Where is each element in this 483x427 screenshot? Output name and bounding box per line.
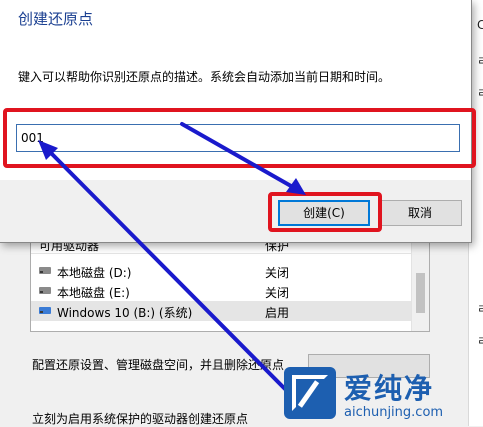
arrow-to-input bbox=[46, 148, 290, 394]
site-watermark: 爱纯净 aichunjing.com bbox=[284, 367, 480, 423]
arrow-to-create-button bbox=[180, 122, 300, 192]
watermark-url: aichunjing.com bbox=[344, 405, 444, 420]
watermark-title: 爱纯净 bbox=[344, 372, 435, 405]
watermark-logo-icon bbox=[284, 367, 336, 419]
annotation-arrows bbox=[38, 122, 306, 394]
